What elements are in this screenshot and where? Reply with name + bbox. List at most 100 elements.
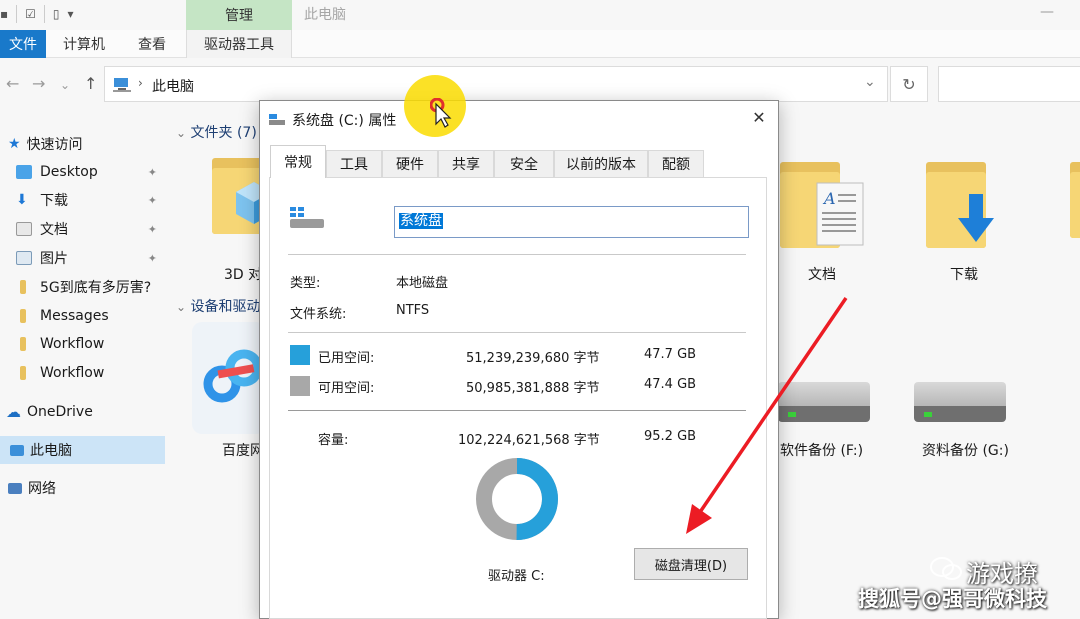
folder-label: 文档 <box>808 267 836 283</box>
pin-icon[interactable]: ✦ <box>148 252 157 265</box>
folder-icon <box>20 309 26 323</box>
pin-icon[interactable]: ✦ <box>148 194 157 207</box>
downloads-folder-icon[interactable] <box>926 162 1006 252</box>
properties-icon[interactable]: ▪ <box>0 7 8 21</box>
used-space-label: 已用空间: <box>318 351 375 366</box>
sidebar-item-label: Desktop <box>40 164 98 180</box>
annotation-arrow <box>686 297 848 534</box>
wechat-logo-icon <box>930 557 962 580</box>
sidebar-item-desktop[interactable]: Desktop ✦ <box>0 158 165 186</box>
document-page-icon: A <box>816 182 864 246</box>
folder-icon <box>20 337 26 351</box>
tab-hardware[interactable]: 硬件 <box>382 150 438 177</box>
tab-security[interactable]: 安全 <box>494 150 554 177</box>
sidebar-item-pictures[interactable]: 图片 ✦ <box>0 244 165 272</box>
pin-icon[interactable]: ✦ <box>148 223 157 236</box>
folders-section-header[interactable]: ⌄ 文件夹 (7) <box>176 122 257 142</box>
sidebar-item-label: Messages <box>40 308 109 324</box>
tab-tools[interactable]: 工具 <box>326 150 382 177</box>
sidebar-item-onedrive[interactable]: ☁ OneDrive <box>0 398 165 426</box>
drive-letter-label: 驱动器 C: <box>488 569 545 584</box>
computer-icon <box>10 444 24 456</box>
customize-dropdown-icon[interactable]: ▾ <box>68 7 74 21</box>
sidebar-item-workflow[interactable]: Workflow <box>0 330 165 358</box>
tab-file[interactable]: 文件 <box>0 30 46 58</box>
sidebar-item-this-pc[interactable]: 此电脑 <box>0 436 165 464</box>
sidebar-item-documents[interactable]: 文档 ✦ <box>0 215 165 243</box>
star-icon: ★ <box>8 136 21 152</box>
sidebar-item-label: 快速访问 <box>26 137 83 153</box>
hard-drive-icon[interactable] <box>914 382 1006 424</box>
navigation-pane: ★ 快速访问 Desktop ✦ ⬇ 下载 ✦ 文档 ✦ 图片 ✦ 5G到底有多… <box>0 120 165 619</box>
sidebar-item-network[interactable]: 网络 <box>0 474 165 502</box>
sidebar-item-folder-5g[interactable]: 5G到底有多厉害? <box>0 273 165 301</box>
tab-previous-versions[interactable]: 以前的版本 <box>554 150 648 177</box>
address-text: 此电脑 <box>152 79 194 95</box>
sidebar-item-label: Workflow <box>40 365 105 381</box>
tab-drive-tools[interactable]: 驱动器工具 <box>186 30 292 58</box>
close-icon[interactable]: ✕ <box>748 106 770 128</box>
sidebar-item-label: 5G到底有多厉害? <box>40 280 152 296</box>
sidebar-item-label: 此电脑 <box>30 443 72 459</box>
collapse-chevron-icon: ⌄ <box>176 300 187 314</box>
sidebar-item-workflow-2[interactable]: Workflow <box>0 359 165 387</box>
computer-icon <box>113 78 131 92</box>
refresh-button[interactable]: ↻ <box>890 66 928 102</box>
capacity-bytes: 102,224,621,568 字节 <box>458 433 600 448</box>
recent-locations-chevron-icon[interactable]: ⌄ <box>60 78 70 92</box>
drive-label: 百度网 <box>222 443 264 459</box>
back-arrow-icon[interactable]: ← <box>6 74 19 93</box>
up-arrow-icon[interactable]: ↑ <box>84 74 97 93</box>
sidebar-item-label: 文档 <box>40 222 68 238</box>
folder-icon <box>20 280 26 294</box>
free-space-bytes: 50,985,381,888 字节 <box>466 381 600 396</box>
divider <box>288 254 746 255</box>
window-title: 此电脑 <box>304 7 346 23</box>
volume-name-text: 系统盘 <box>399 213 443 229</box>
toolbar-divider <box>43 5 45 23</box>
sidebar-item-quick-access[interactable]: ★ 快速访问 <box>0 130 165 158</box>
folder-icon[interactable] <box>1070 162 1080 238</box>
sidebar-item-label: Workflow <box>40 336 105 352</box>
cloud-icon: ☁ <box>6 403 21 421</box>
collapse-chevron-icon: ⌄ <box>176 126 187 140</box>
toolbar-divider <box>16 5 18 23</box>
dialog-title: 系统盘 (C:) 属性 <box>292 113 397 129</box>
drive-title-icon <box>269 114 285 125</box>
documents-folder-icon[interactable]: A <box>780 162 870 252</box>
filesystem-label: 文件系统: <box>290 307 347 322</box>
pin-icon[interactable]: ✦ <box>148 166 157 179</box>
sidebar-item-label: 下载 <box>40 193 68 209</box>
sidebar-item-label: 图片 <box>40 251 68 267</box>
breadcrumb-chevron-icon[interactable]: › <box>138 76 143 90</box>
type-value: 本地磁盘 <box>396 276 449 291</box>
tab-quota[interactable]: 配额 <box>648 150 704 177</box>
tab-computer[interactable]: 计算机 <box>56 30 112 58</box>
new-folder-icon[interactable]: ▯ <box>53 7 60 21</box>
manage-context-tab[interactable]: 管理 <box>186 0 292 30</box>
folder-label: 下载 <box>950 267 978 283</box>
type-label: 类型: <box>290 276 321 291</box>
section-title: 文件夹 (7) <box>190 125 257 141</box>
sidebar-item-downloads[interactable]: ⬇ 下载 ✦ <box>0 186 165 214</box>
tab-general[interactable]: 常规 <box>270 145 326 178</box>
sidebar-item-messages[interactable]: Messages <box>0 302 165 330</box>
free-space-label: 可用空间: <box>318 381 375 396</box>
search-input[interactable] <box>938 66 1080 102</box>
minimize-icon[interactable]: — <box>1040 4 1054 20</box>
download-arrow-icon <box>958 194 994 242</box>
tab-sharing[interactable]: 共享 <box>438 150 494 177</box>
picture-icon <box>16 251 32 265</box>
folder-icon <box>20 366 26 380</box>
checkbox-icon[interactable]: ☑ <box>25 7 36 21</box>
address-bar[interactable] <box>104 66 888 102</box>
forward-arrow-icon[interactable]: → <box>32 74 45 93</box>
volume-name-input[interactable]: 系统盘 <box>394 206 749 238</box>
disk-cleanup-button[interactable]: 磁盘清理(D) <box>634 548 748 580</box>
drive-label: 资料备份 (G:) <box>922 443 1009 459</box>
quick-access-toolbar: ▪ ☑ ▯ ▾ <box>0 0 190 28</box>
address-dropdown-icon[interactable]: ⌄ <box>864 74 876 90</box>
tab-view[interactable]: 查看 <box>128 30 176 58</box>
filesystem-value: NTFS <box>396 303 430 318</box>
free-space-swatch <box>290 376 310 396</box>
